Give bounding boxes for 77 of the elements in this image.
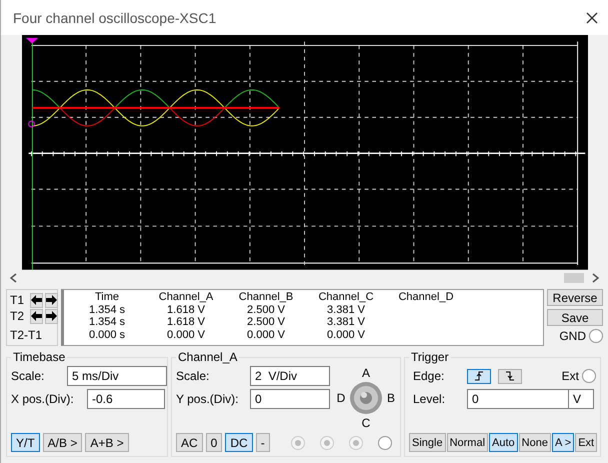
trigger-mode-button[interactable]: None: [518, 433, 551, 452]
group-title: Channel_A: [177, 350, 238, 364]
field-label: Level:: [413, 392, 446, 406]
cursor-label: T1: [10, 293, 24, 307]
table-cell-text: 2.500 V: [246, 316, 286, 328]
cursor-right-button[interactable]: [45, 292, 58, 308]
unit-field[interactable]: V: [568, 389, 594, 409]
left-arrow-icon: [31, 311, 42, 321]
level-field[interactable]: 0: [467, 389, 569, 409]
table-cell-text: 0.000 V: [166, 328, 206, 341]
left-arrow-icon: [31, 295, 42, 305]
table-cell-text: 1.618 V: [166, 316, 206, 328]
ext-radio[interactable]: [582, 369, 596, 383]
coupling-button[interactable]: -: [256, 433, 270, 452]
cursor-right-button[interactable]: [45, 308, 58, 324]
save-button[interactable]: Save: [547, 309, 603, 326]
field-label: Scale:: [11, 369, 46, 383]
scale-field[interactable]: 2 V/Div: [250, 366, 330, 386]
scroll-right-icon[interactable]: [592, 273, 599, 284]
close-icon[interactable]: [586, 12, 598, 24]
field-label: Edge:: [413, 369, 446, 383]
scale-field[interactable]: 5 ms/Div: [67, 366, 167, 386]
scroll-left-icon[interactable]: [10, 273, 17, 284]
column-header: Channel_A: [158, 291, 214, 304]
x-position-field[interactable]: -0.6: [87, 389, 165, 409]
scrollbar-thumb[interactable]: [564, 273, 584, 284]
coupling-button[interactable]: AC: [176, 433, 203, 452]
column-header: Channel_B: [238, 291, 294, 304]
right-arrow-icon: [46, 311, 58, 321]
reverse-button[interactable]: Reverse: [547, 289, 603, 306]
table-cell-text: 0.000 V: [246, 328, 286, 341]
ext-label: Ext: [562, 369, 579, 383]
gnd-label: GND: [559, 329, 586, 343]
table-cell-text: 3.381 V: [326, 316, 366, 328]
column-header: Channel_D: [397, 291, 455, 304]
table-cell-text: 1.354 s: [88, 316, 126, 328]
coupling-button[interactable]: DC: [225, 433, 253, 452]
trigger-mode-button[interactable]: A >: [552, 433, 574, 452]
cursor-left-button[interactable]: [30, 308, 44, 324]
trigger-mode-button[interactable]: Auto: [489, 433, 518, 452]
trigger-mode-button[interactable]: Normal: [446, 433, 488, 452]
knob-label: B: [386, 391, 395, 405]
field-label: Y pos.(Div):: [176, 392, 240, 406]
rising-edge-icon: [474, 371, 484, 381]
table-cell-text: 0.000 s: [88, 328, 126, 341]
group-title: Timebase: [12, 350, 66, 364]
column-header: Time: [94, 291, 120, 304]
gnd-radio[interactable]: [589, 329, 603, 343]
difference-label: T2-T1: [10, 328, 42, 342]
channel-knob[interactable]: [349, 381, 383, 415]
edge-button[interactable]: [498, 368, 522, 384]
coupling-button[interactable]: 0: [206, 433, 222, 452]
table-cell-text: 0.000 V: [326, 328, 366, 341]
field-label: X pos.(Div):: [11, 392, 75, 406]
trigger-mode-button[interactable]: Ext: [575, 433, 598, 452]
mode-button[interactable]: A+B >: [85, 433, 129, 452]
knob-label: A: [362, 366, 370, 380]
table-cell-text: 1.618 V: [166, 304, 206, 316]
mode-button[interactable]: Y/T: [11, 433, 40, 452]
mode-button[interactable]: A/B >: [42, 433, 82, 452]
window-title: Four channel oscilloscope-XSC1: [13, 10, 216, 26]
table-cell-text: 2.500 V: [246, 304, 286, 316]
field-label: Scale:: [176, 369, 210, 383]
right-arrow-icon: [46, 295, 58, 305]
cursor-label: T2: [10, 309, 24, 323]
knob-label: C: [362, 416, 370, 430]
cursor-left-button[interactable]: [30, 292, 44, 308]
y-position-field[interactable]: 0: [250, 389, 330, 409]
edge-button[interactable]: [467, 368, 491, 384]
channel-radio[interactable]: [378, 436, 392, 450]
falling-edge-icon: [505, 371, 515, 381]
trigger-mode-button[interactable]: Single: [409, 433, 446, 452]
table-cell-text: 1.354 s: [88, 304, 126, 316]
table-cell-text: 3.381 V: [326, 304, 366, 316]
knob-label: D: [336, 391, 346, 405]
column-header: Channel_C: [317, 291, 375, 304]
group-title: Trigger: [410, 350, 450, 364]
